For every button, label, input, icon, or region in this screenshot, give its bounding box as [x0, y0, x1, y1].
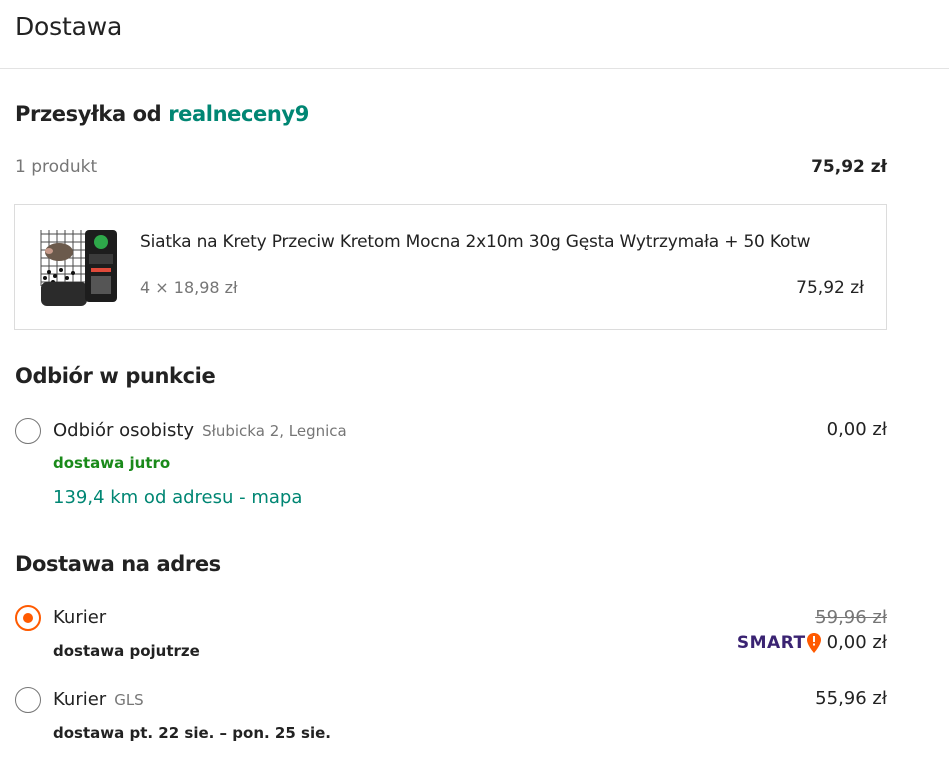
courier-smart-radio-button[interactable]: [15, 605, 41, 631]
courier-gls-carrier: GLS: [114, 691, 144, 709]
page-title: Dostawa: [15, 12, 123, 41]
pickup-option-label[interactable]: Odbiór osobisty Słubicka 2, Legnica: [53, 420, 347, 441]
products-total: 75,92 zł: [811, 157, 887, 177]
courier-gls-name: Kurier: [53, 689, 107, 710]
smart-logo-text: SMART: [736, 632, 806, 653]
smart-logo-icon: SMART: [736, 632, 821, 653]
product-unit-price: 4 × 18,98 zł: [140, 278, 238, 297]
pickup-option-name: Odbiór osobisty: [53, 420, 195, 441]
courier-gls-label[interactable]: Kurier GLS: [53, 689, 144, 710]
courier-smart-price: 0,00 zł: [826, 632, 887, 653]
address-delivery-section-title: Dostawa na adres: [15, 552, 221, 576]
pickup-option-price: 0,00 zł: [826, 419, 887, 440]
courier-gls-radio-button[interactable]: [15, 687, 41, 713]
top-divider: [0, 68, 949, 69]
pickup-option-eta: dostawa jutro: [53, 454, 171, 472]
product-price: 75,92 zł: [796, 278, 864, 298]
radio-selected-dot: [23, 613, 33, 623]
courier-gls-eta: dostawa pt. 22 sie. – pon. 25 sie.: [53, 724, 331, 742]
pickup-section-title: Odbiór w punkcie: [15, 364, 216, 388]
pickup-option-address: Słubicka 2, Legnica: [202, 422, 347, 440]
courier-smart-old-price: 59,96 zł: [815, 607, 887, 628]
pickup-radio-button[interactable]: [15, 418, 41, 444]
courier-gls-price: 55,96 zł: [815, 688, 887, 709]
products-count: 1 produkt: [15, 157, 98, 177]
shipment-title-prefix: Przesyłka od: [15, 102, 169, 126]
product-card: Siatka na Krety Przeciw Kretom Mocna 2x1…: [14, 204, 887, 330]
pickup-distance-map-link[interactable]: 139,4 km od adresu - mapa: [53, 487, 302, 508]
courier-smart-label[interactable]: Kurier: [53, 607, 106, 628]
shipment-title: Przesyłka od realneceny9: [15, 102, 309, 126]
product-thumbnail[interactable]: [39, 226, 119, 308]
courier-smart-eta: dostawa pojutrze: [53, 642, 200, 660]
seller-link[interactable]: realneceny9: [168, 102, 309, 126]
product-name[interactable]: Siatka na Krety Przeciw Kretom Mocna 2x1…: [140, 232, 811, 252]
courier-smart-price-row: SMART 0,00 zł: [737, 632, 887, 653]
